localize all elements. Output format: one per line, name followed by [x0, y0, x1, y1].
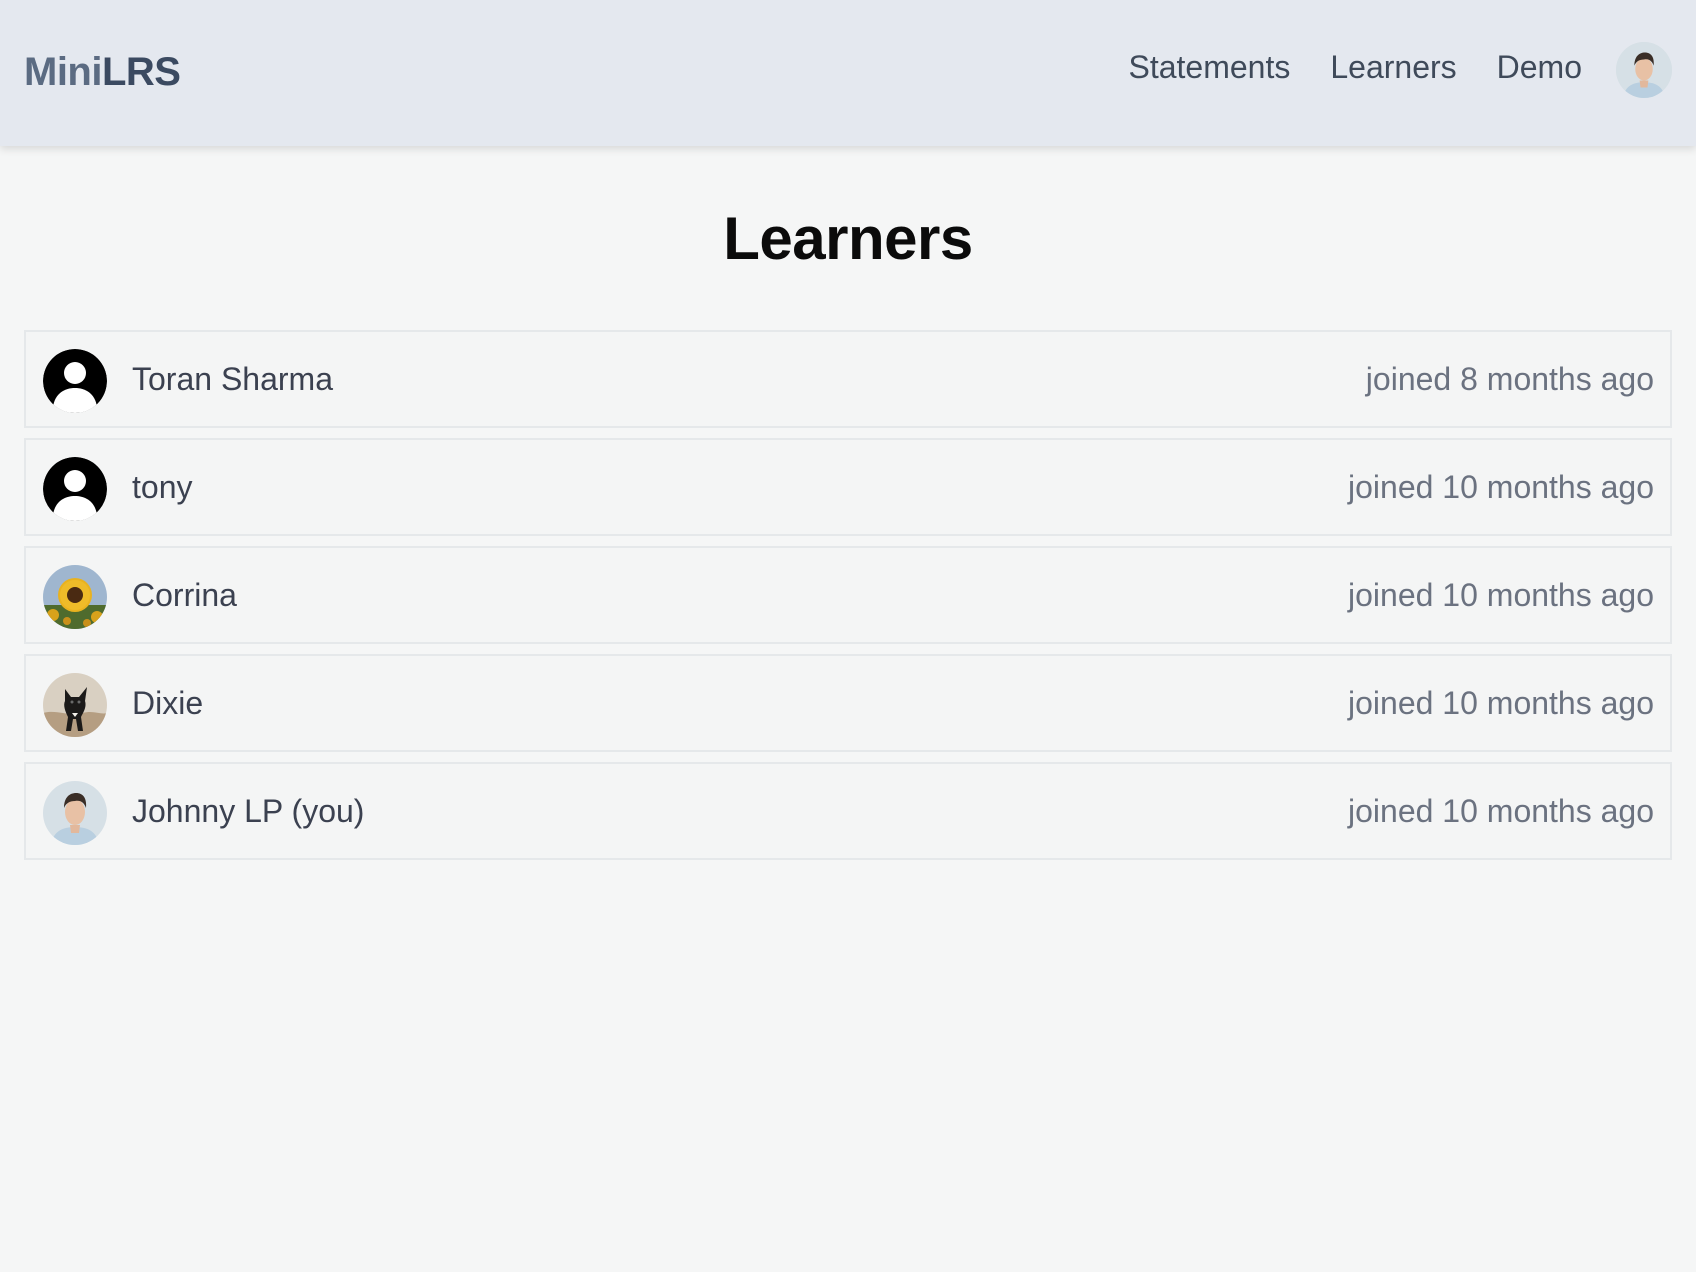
learner-row[interactable]: tony joined 10 months ago	[24, 438, 1672, 536]
sunflower-photo-icon	[43, 565, 107, 629]
learner-row[interactable]: Johnny LP (you) joined 10 months ago	[24, 762, 1672, 860]
brand-logo[interactable]: MiniLRS	[24, 44, 181, 100]
learner-list: Toran Sharma joined 8 months ago tony jo…	[24, 330, 1672, 870]
user-photo-icon	[43, 781, 107, 845]
learner-row[interactable]: Dixie joined 10 months ago	[24, 654, 1672, 752]
nav-link-statements[interactable]: Statements	[1128, 49, 1290, 86]
avatar	[43, 781, 107, 845]
nav-links: Statements Learners Demo	[1128, 44, 1582, 90]
default-user-icon	[43, 457, 107, 521]
nav-link-learners[interactable]: Learners	[1330, 49, 1456, 86]
learner-joined: joined 10 months ago	[1348, 577, 1654, 613]
learner-name: Toran Sharma	[132, 361, 333, 397]
learner-joined: joined 10 months ago	[1348, 469, 1654, 505]
learner-name: tony	[132, 469, 193, 505]
nav-link-demo[interactable]: Demo	[1497, 49, 1582, 86]
avatar	[43, 565, 107, 629]
avatar	[43, 457, 107, 521]
learner-joined: joined 8 months ago	[1365, 361, 1654, 397]
page-title: Learners	[723, 205, 973, 272]
brand-lrs: LRS	[101, 50, 181, 94]
learner-row[interactable]: Corrina joined 10 months ago	[24, 546, 1672, 644]
brand-mini: Mini	[24, 50, 102, 94]
dog-photo-icon	[43, 673, 107, 737]
learner-joined: joined 10 months ago	[1348, 685, 1654, 721]
learner-row[interactable]: Toran Sharma joined 8 months ago	[24, 330, 1672, 428]
user-avatar[interactable]	[1616, 42, 1672, 98]
learner-name: Johnny LP (you)	[132, 793, 365, 829]
learner-name: Corrina	[132, 577, 237, 613]
navbar: MiniLRS Statements Learners Demo	[0, 0, 1696, 146]
learner-name: Dixie	[132, 685, 204, 721]
avatar	[43, 349, 107, 413]
user-photo-icon	[1616, 42, 1672, 98]
avatar	[43, 673, 107, 737]
default-user-icon	[43, 349, 107, 413]
learner-joined: joined 10 months ago	[1348, 793, 1654, 829]
